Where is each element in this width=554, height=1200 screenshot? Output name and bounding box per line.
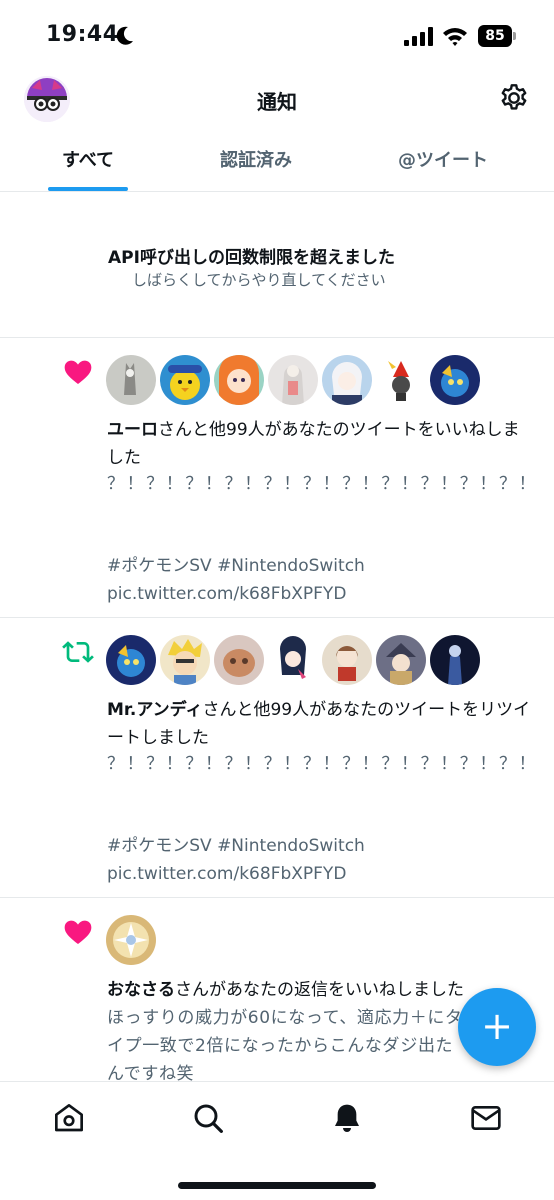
rate-limit-title: API呼び出しの回数制限を超えました [108, 248, 395, 268]
tab-mentions[interactable]: @ツイート [380, 136, 506, 192]
search-icon[interactable] [192, 1102, 224, 1134]
avatar[interactable] [268, 355, 318, 405]
tweet-excerpt: ？！？！？！？！？！？！？！？！？！？！？！ [107, 754, 539, 774]
tweet-link[interactable]: pic.twitter.com/k68FbXPFYD [107, 580, 547, 608]
page-title: 通知 [257, 90, 297, 114]
avatar[interactable] [160, 355, 210, 405]
battery-level: 85 [478, 25, 512, 47]
rate-limit-message: API呼び出しの回数制限を超えました しばらくしてからやり直してください [0, 193, 554, 338]
tweet-excerpt: ？！？！？！？！？！？！？！？！？！？！？！ [107, 474, 539, 494]
notification-action: さんがあなたの返信をいいねしました [175, 980, 464, 1000]
plus-icon: + [481, 1004, 513, 1048]
tweet-link[interactable]: pic.twitter.com/k68FbXPFYD [107, 860, 547, 888]
avatar[interactable] [322, 635, 372, 685]
avatar[interactable] [214, 635, 264, 685]
avatar[interactable] [376, 635, 426, 685]
heart-icon [64, 920, 92, 944]
status-bar: 19:44 85 [0, 0, 554, 72]
notification-item[interactable]: ユーロさんと他99人があなたのツイートをいいねしました ？！？！？！？！？！？！… [0, 338, 554, 618]
notification-item[interactable]: Mr.アンディさんと他99人があなたのツイートをリツイートしました ？！？！？！… [0, 618, 554, 898]
avatar[interactable] [106, 355, 156, 405]
moon-icon [116, 26, 133, 45]
notification-action: さんと他99人があなたのツイートをいいねしました [107, 420, 520, 468]
heart-icon [64, 360, 92, 384]
retweet-icon [62, 641, 94, 663]
notification-tabs: すべて 認証済み @ツイート [0, 136, 554, 192]
cellular-signal-icon [404, 27, 433, 46]
actor-name[interactable]: Mr.アンディ [107, 700, 202, 720]
avatar[interactable] [106, 635, 156, 685]
avatar[interactable] [214, 355, 264, 405]
tab-verified[interactable]: 認証済み [196, 136, 316, 192]
bottom-navigation [0, 1081, 554, 1200]
compose-button[interactable]: + [458, 988, 536, 1066]
wifi-icon [443, 28, 467, 46]
actor-avatars [106, 915, 166, 965]
tweet-hashtags: #ポケモンSV #NintendoSwitch [107, 556, 365, 576]
bell-icon[interactable] [331, 1102, 363, 1134]
avatar[interactable] [430, 355, 480, 405]
home-indicator [178, 1182, 376, 1189]
battery-indicator: 85 [478, 25, 518, 47]
battery-tip [513, 32, 516, 40]
header: 通知 [0, 72, 554, 126]
home-icon[interactable] [53, 1102, 85, 1134]
avatar[interactable] [376, 355, 426, 405]
actor-avatars [106, 355, 486, 405]
gear-icon[interactable] [498, 82, 530, 114]
tab-all[interactable]: すべて [28, 136, 148, 192]
status-time: 19:44 [46, 22, 119, 47]
mail-icon[interactable] [470, 1102, 502, 1134]
tweet-hashtags: #ポケモンSV #NintendoSwitch [107, 836, 365, 856]
avatar[interactable] [160, 635, 210, 685]
actor-avatars [106, 635, 486, 685]
avatar[interactable] [106, 915, 156, 965]
actor-name[interactable]: ユーロ [107, 420, 158, 440]
avatar[interactable] [430, 635, 480, 685]
notification-text: Mr.アンディさんと他99人があなたのツイートをリツイートしました [107, 696, 532, 752]
active-tab-indicator [48, 187, 128, 191]
avatar[interactable] [322, 355, 372, 405]
rate-limit-subtitle: しばらくしてからやり直してください [132, 271, 386, 289]
actor-name[interactable]: おなさる [107, 980, 175, 1000]
notification-text: ユーロさんと他99人があなたのツイートをいいねしました [107, 416, 532, 472]
avatar[interactable] [268, 635, 318, 685]
reply-excerpt: ほっすりの威力が60になって、適応力＋にタイプ一致で2倍になったからこんなダジ出… [107, 1008, 463, 1081]
